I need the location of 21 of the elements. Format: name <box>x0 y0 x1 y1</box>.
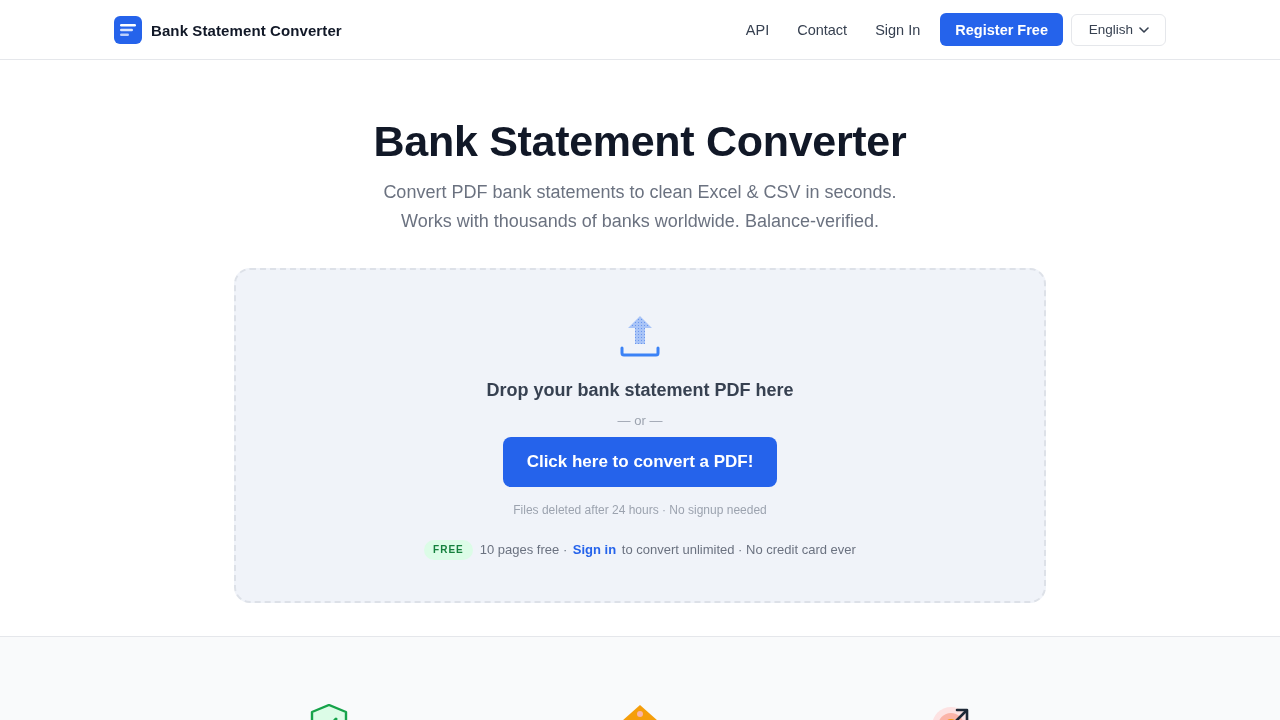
sign-in-link[interactable]: Sign in <box>572 542 617 557</box>
brand-name: Bank Statement Converter <box>151 21 342 39</box>
nav-link[interactable]: Sign In <box>875 21 921 38</box>
or-separator: — or — <box>617 412 663 430</box>
convert-pdf-button[interactable]: Click here to convert a PDF! <box>503 437 777 487</box>
register-button[interactable]: Register Free <box>940 13 1063 46</box>
logo-icon <box>114 16 142 44</box>
page-subtitle: Convert PDF bank statements to clean Excel & CSV in seconds. Works with thousands of banks worldwide. Balance-verified. <box>383 181 897 233</box>
drop-prompt: Drop your bank statement PDF here <box>486 379 794 402</box>
free-badge: FREE <box>424 540 473 560</box>
nav-link[interactable]: Contact <box>797 21 848 38</box>
upload-dropzone[interactable]: Drop your bank statement PDF here — or — Click here to convert a PDF! Files deleted after 24 hours · No signup needed FREE 10 pages free · Sign in to convert unlimited · No credit card ever <box>234 268 1046 603</box>
page-title: Bank Statement Converter <box>373 116 907 167</box>
shield-check-icon <box>309 704 349 720</box>
upload-icon <box>619 315 661 357</box>
chevron-down-icon <box>1139 26 1149 33</box>
nav-link[interactable]: API <box>745 21 770 38</box>
language-select[interactable]: English <box>1071 13 1166 46</box>
target-arrow-icon <box>931 704 971 720</box>
privacy-note: Files deleted after 24 hours · No signup needed <box>513 502 767 518</box>
free-pages-note: 10 pages free · Sign in to convert unlimited · No credit card ever <box>479 541 856 559</box>
